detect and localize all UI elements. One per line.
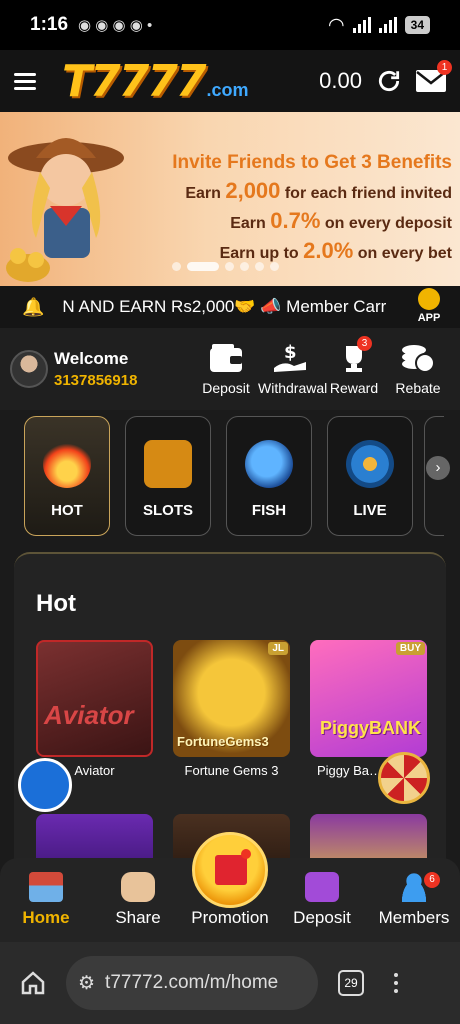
game-card-aviator[interactable]: Aviator Aviator [36,640,153,778]
section-title: Hot [36,590,76,617]
customer-support-icon[interactable] [18,758,72,812]
lucky-wheel-icon[interactable] [378,752,430,804]
wallet-icon [305,872,339,902]
promotion-gift-icon[interactable] [192,832,268,908]
menu-icon[interactable] [14,72,36,90]
nav-home[interactable]: Home [0,872,92,928]
signal-icon [352,17,371,33]
game-thumbnail: FortuneGems3 JL [173,640,290,757]
coins-icon [402,345,435,373]
deposit-button[interactable]: Deposit [194,342,258,396]
reward-badge: 3 [357,336,372,351]
wifi-icon: ◠ [328,14,345,36]
logo-text: T7777 [62,55,206,107]
tab-hot[interactable]: HOT [24,416,110,536]
handshake-icon [121,872,155,902]
hand-money-icon: $ [274,342,306,372]
avatar[interactable] [10,350,48,388]
signal-icon-2 [378,17,397,33]
home-icon[interactable] [20,970,46,996]
banner-row-1: Earn 2,000 for each friend invited [185,178,452,203]
reward-button[interactable]: 3 Reward [322,336,386,396]
download-icon [418,288,440,310]
mail-badge: 1 [437,60,452,75]
game-card-fortune-gems-3[interactable]: FortuneGems3 JL Fortune Gems 3 [173,640,290,778]
home-icon [29,872,63,902]
app-download-button[interactable]: APP [412,288,446,324]
tab-live[interactable]: LIVE [327,416,413,536]
wallet-icon [210,344,242,372]
banner-row-3: Earn up to 2.0% on every bet [219,238,452,263]
balance: 0.00 [319,68,362,93]
logo[interactable]: T7777 .com [62,56,249,107]
bell-icon: 🔔 [22,296,45,317]
logo-domain: .com [206,79,249,100]
tab-slots[interactable]: SLOTS [125,416,211,536]
members-badge: 6 [424,872,440,888]
game-thumbnail: Aviator [36,640,153,757]
withdrawal-button[interactable]: $ Withdrawal [258,342,327,396]
notification-icons: ◉ ◉ ◉ ◉ • [78,17,153,34]
refresh-icon[interactable] [376,68,402,94]
welcome-label: Welcome [54,349,129,368]
user-id: 3137856918 [54,372,138,389]
battery-icon: 34 [404,16,430,34]
url-text: t77772.com/m/home [105,972,279,993]
game-thumbnail: PiggyBANK BUY [310,640,427,757]
game-name: Fortune Gems 3 [184,763,279,778]
chevron-right-icon[interactable]: › [426,456,450,480]
status-bar: 1:16 ◉ ◉ ◉ ◉ • ◠ 34 [0,0,460,50]
carousel-indicator[interactable] [172,262,279,271]
more-options-icon[interactable] [394,973,398,993]
url-bar[interactable]: ⚙ t77772.com/m/home [66,956,318,1010]
mail-icon[interactable]: 1 [416,60,452,92]
banner-title: Invite Friends to Get 3 Benefits [172,152,452,173]
banner-row-2: Earn 0.7% on every deposit [230,208,452,233]
app-screen: 1:16 ◉ ◉ ◉ ◉ • ◠ 34 T7777 .com 0.00 1 In… [0,0,460,1024]
tab-switcher-button[interactable]: 29 [338,970,364,996]
browser-toolbar: ⚙ t77772.com/m/home 29 [0,942,460,1024]
svg-text:$: $ [284,342,297,363]
flame-icon [43,440,91,488]
shark-icon [245,440,293,488]
cowgirl-mascot-image [6,138,124,282]
nav-members[interactable]: Members [368,872,460,928]
user-panel: Welcome 3137856918 Deposit $ Withdrawal … [0,328,460,410]
rebate-button[interactable]: Rebate [386,342,450,396]
slots-777-icon [144,440,192,488]
marquee-text: N AND EARN Rs2,000🤝 📣 Member Carr [62,297,387,316]
nav-deposit[interactable]: Deposit [276,872,368,928]
tab-fish[interactable]: FISH [226,416,312,536]
promo-banner[interactable]: Invite Friends to Get 3 Benefits Earn 2,… [0,112,460,286]
roulette-icon [346,440,394,488]
status-time: 1:16 [30,14,69,35]
nav-share[interactable]: Share [92,872,184,928]
announcement-marquee[interactable]: 🔔 N AND EARN Rs2,000🤝 📣 Member Carr APP [0,286,460,328]
app-header: T7777 .com 0.00 1 [0,50,460,112]
category-tabs: HOT SLOTS FISH LIVE [24,416,413,536]
site-settings-icon[interactable]: ⚙ [78,972,95,995]
